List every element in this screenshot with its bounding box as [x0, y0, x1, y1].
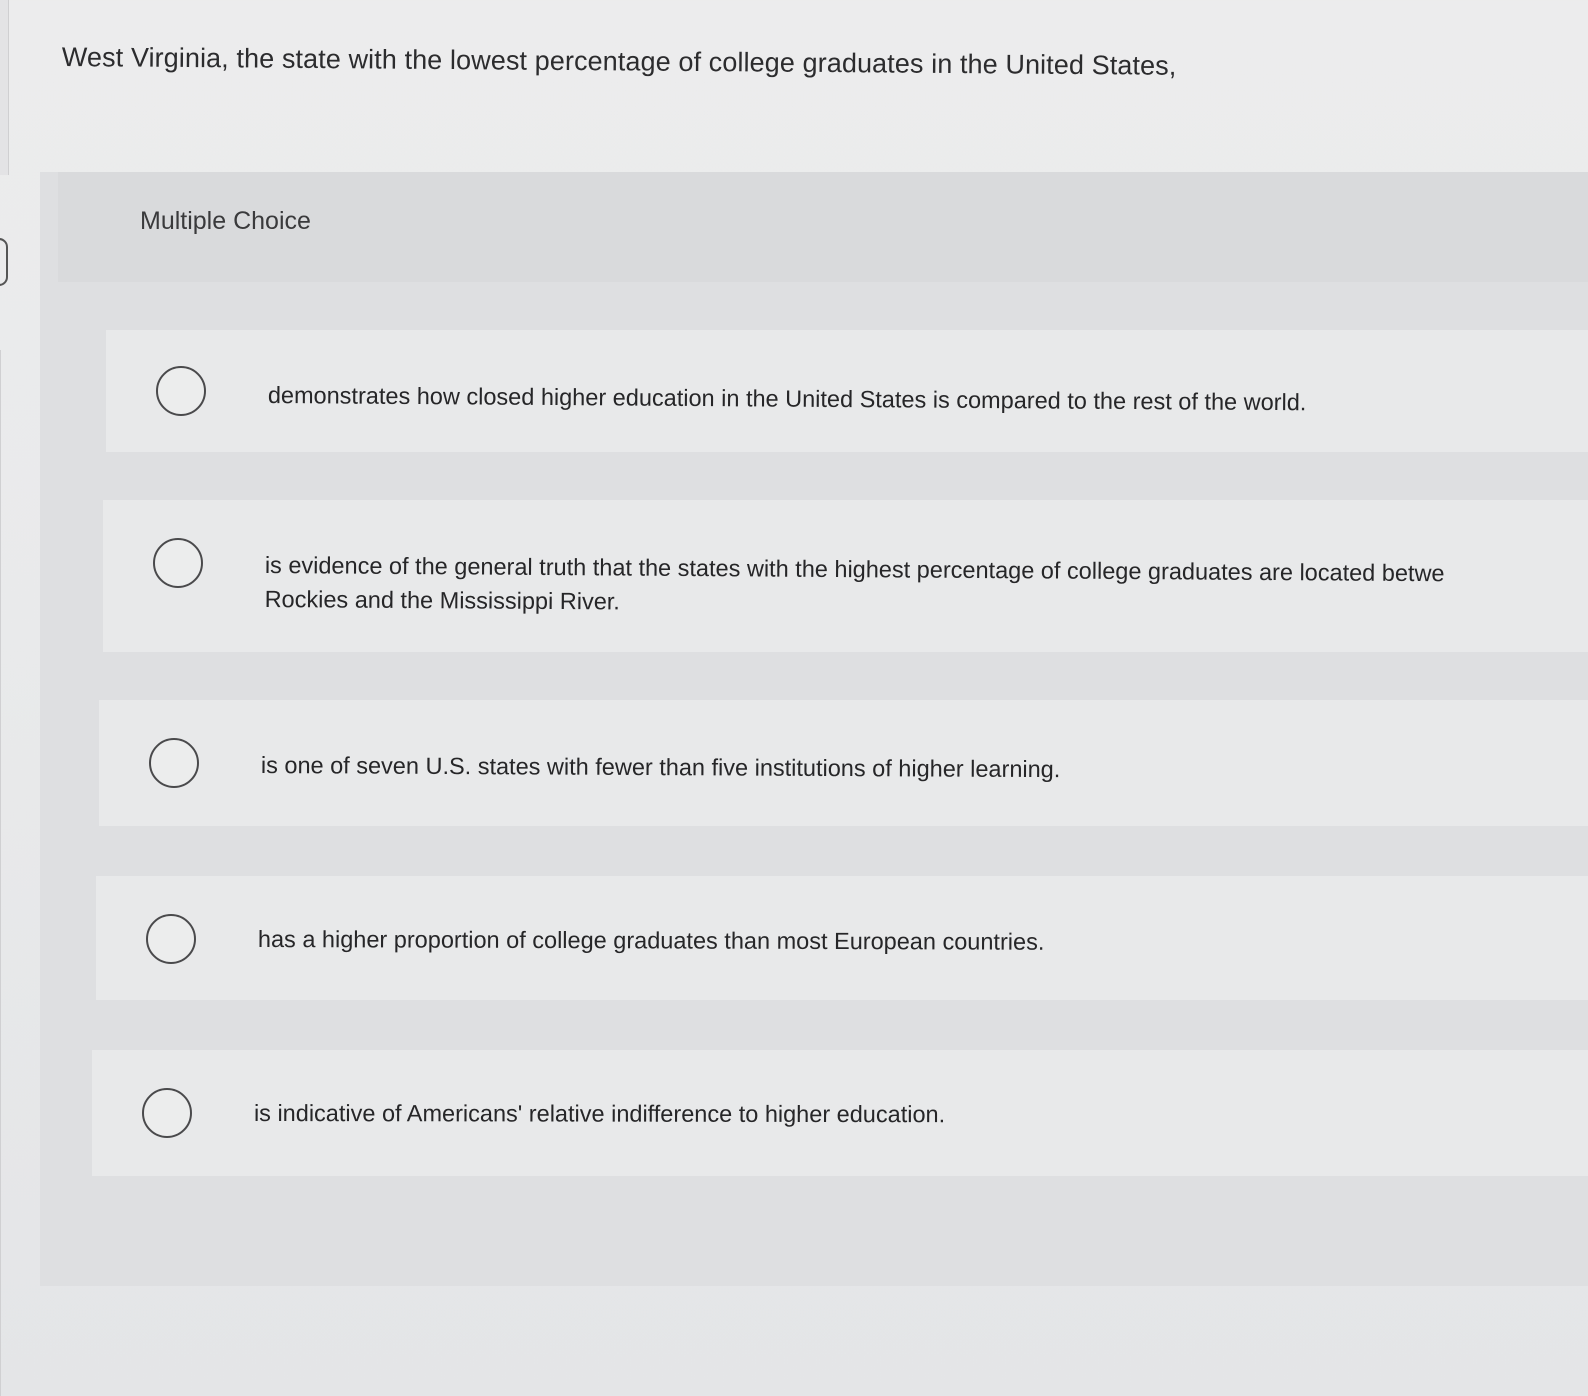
question-text: West Virginia, the state with the lowest…	[61, 42, 1177, 81]
radio-button-icon[interactable]	[153, 538, 203, 588]
answer-option-line: is one of seven U.S. states with fewer t…	[260, 751, 1061, 783]
answer-option-a[interactable]: demonstrates how closed higher education…	[106, 330, 1588, 452]
answer-option-text: demonstrates how closed higher education…	[268, 378, 1307, 419]
left-divider	[0, 350, 1, 1396]
answer-option-text: is indicative of Americans' relative ind…	[254, 1096, 945, 1131]
radio-button-icon[interactable]	[156, 366, 206, 416]
radio-button-icon[interactable]	[146, 914, 196, 964]
answer-option-text: has a higher proportion of college gradu…	[258, 922, 1045, 959]
answer-option-line: is indicative of Americans' relative ind…	[253, 1100, 946, 1128]
answer-option-line: demonstrates how closed higher education…	[267, 381, 1307, 416]
answer-option-text: is evidence of the general truth that th…	[265, 548, 1445, 624]
answer-option-b[interactable]: is evidence of the general truth that th…	[103, 500, 1588, 652]
answer-option-c[interactable]: is one of seven U.S. states with fewer t…	[99, 700, 1588, 826]
radio-button-icon[interactable]	[142, 1088, 192, 1138]
question-type-label: Multiple Choice	[140, 207, 311, 235]
answer-option-e[interactable]: is indicative of Americans' relative ind…	[92, 1050, 1588, 1176]
answer-option-d[interactable]: has a higher proportion of college gradu…	[96, 876, 1588, 1000]
radio-button-icon[interactable]	[149, 738, 199, 788]
left-panel-edge	[0, 0, 9, 175]
answer-option-line: has a higher proportion of college gradu…	[257, 926, 1045, 955]
collapse-handle-icon[interactable]	[0, 238, 8, 286]
answer-option-text: is one of seven U.S. states with fewer t…	[261, 748, 1061, 786]
